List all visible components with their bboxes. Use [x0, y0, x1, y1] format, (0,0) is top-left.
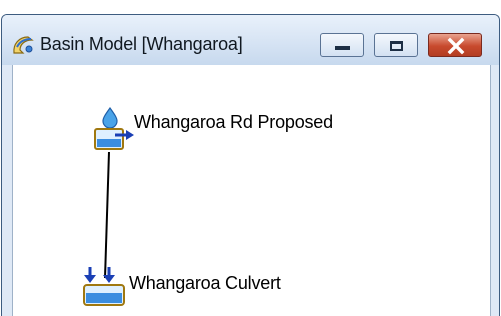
close-icon: [447, 37, 465, 55]
window-title: Basin Model [Whangaroa]: [40, 34, 243, 54]
junction-label[interactable]: Whangaroa Culvert: [129, 273, 281, 294]
window-titlebar[interactable]: Basin Model [Whangaroa]: [2, 15, 499, 65]
basin-model-icon: [13, 36, 34, 54]
maximize-button[interactable]: [374, 33, 418, 57]
maximize-icon: [390, 41, 403, 51]
minimize-button[interactable]: [320, 33, 364, 57]
basin-model-window[interactable]: Basin Model [Whangaroa] Whangaroa Rd Pro…: [1, 14, 500, 316]
subbasin-label[interactable]: Whangaroa Rd Proposed: [134, 112, 333, 133]
basin-model-canvas[interactable]: Whangaroa Rd Proposed Whangaroa Culvert: [12, 65, 491, 316]
subbasin-icon[interactable]: [91, 105, 135, 153]
minimize-icon: [335, 46, 350, 50]
close-button[interactable]: [428, 33, 482, 57]
desktop-background: Basin Model [Whangaroa] Whangaroa Rd Pro…: [0, 0, 501, 316]
junction-icon[interactable]: [81, 265, 129, 309]
